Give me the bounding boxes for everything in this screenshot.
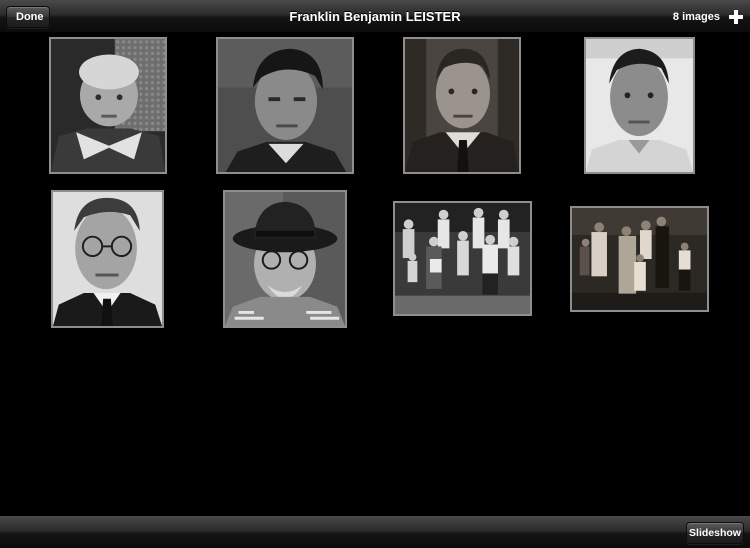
done-button[interactable]: Done <box>6 6 50 28</box>
top-toolbar: Done Franklin Benjamin LEISTER 8 images <box>0 0 750 33</box>
page-title: Franklin Benjamin LEISTER <box>289 9 461 24</box>
family-group-image <box>395 203 530 314</box>
family-group-sepia-image <box>572 208 707 310</box>
photo-thumbnail[interactable] <box>51 190 164 328</box>
old-man-hat-portrait-image <box>225 192 345 326</box>
young-man-portrait-image <box>218 39 352 172</box>
photo-thumbnail[interactable] <box>584 37 695 174</box>
photo-grid <box>0 33 750 515</box>
photo-thumbnail[interactable] <box>216 37 354 174</box>
image-count: 8 images <box>672 11 720 23</box>
boy-portrait-image <box>51 39 165 172</box>
photo-thumbnail[interactable] <box>570 206 709 312</box>
slideshow-button[interactable]: Slideshow <box>686 522 744 544</box>
photo-thumbnail[interactable] <box>49 37 167 174</box>
man-shirt-portrait-image <box>586 39 693 172</box>
photo-thumbnail[interactable] <box>403 37 521 174</box>
man-glasses-portrait-image <box>53 192 162 326</box>
bottom-toolbar: Slideshow <box>0 515 750 548</box>
plus-icon[interactable] <box>728 9 744 25</box>
man-tie-portrait-image <box>405 39 519 172</box>
photo-thumbnail[interactable] <box>393 201 532 316</box>
photo-thumbnail[interactable] <box>223 190 347 328</box>
